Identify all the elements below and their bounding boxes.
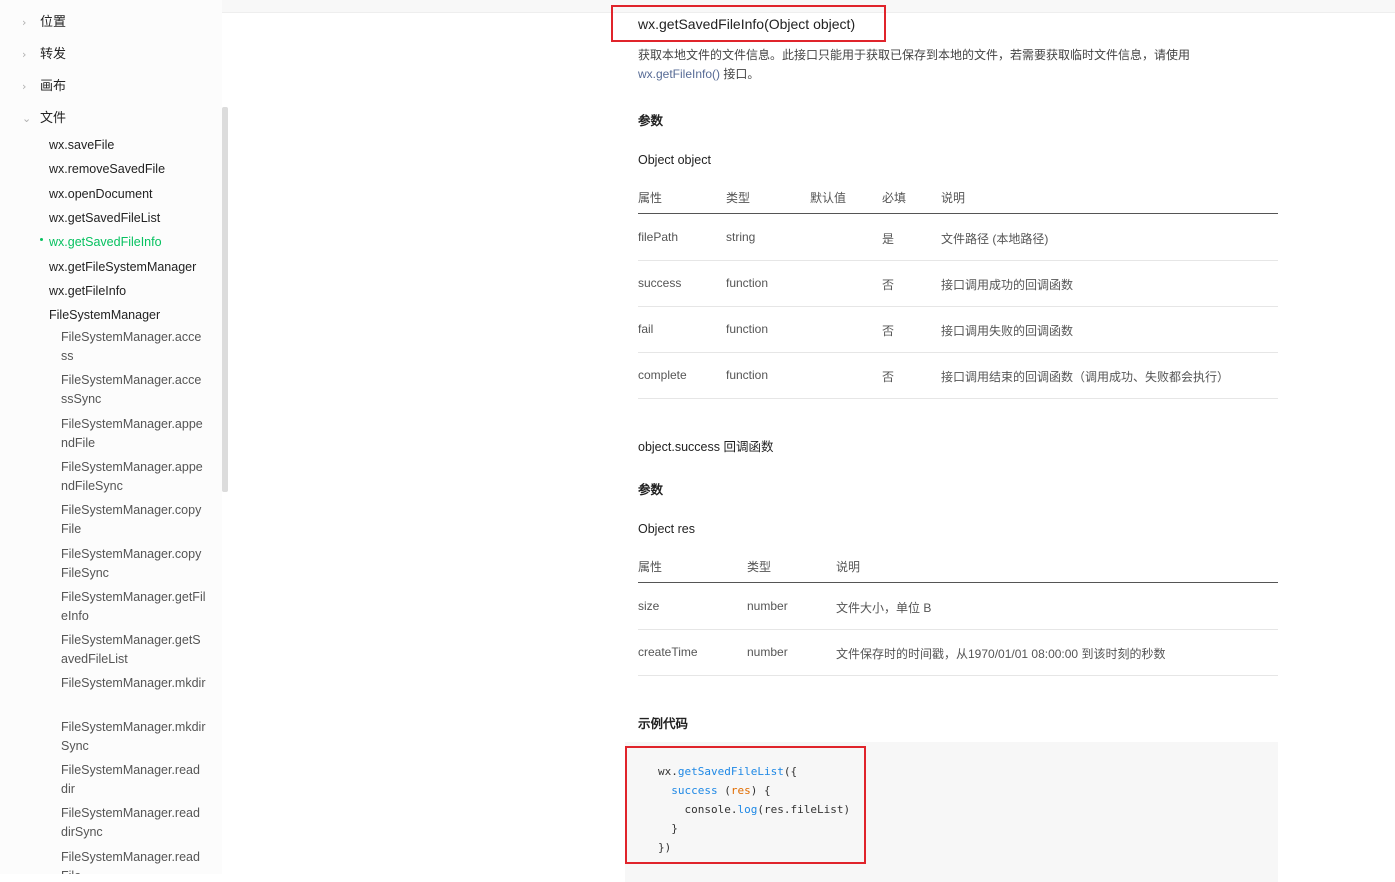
sidebar-item-fsm-mkdir[interactable]: FileSystemManager.mkdir xyxy=(61,674,206,693)
active-dot-icon xyxy=(40,238,43,241)
example-heading: 示例代码 xyxy=(638,717,689,731)
table-cell: fail xyxy=(638,322,654,336)
sidebar-item-fsm-mkdirsync[interactable]: FileSystemManager.mkdirSync xyxy=(61,718,206,756)
table-cell: filePath xyxy=(638,230,679,244)
params-heading-2: 参数 xyxy=(638,483,664,497)
sidebar-category-location[interactable]: › 位置 xyxy=(22,12,66,32)
column-header: 属性 xyxy=(638,191,663,205)
table-cell: 否 xyxy=(882,370,895,384)
table-cell: 接口调用结束的回调函数（调用成功、失败都会执行） xyxy=(941,370,1230,384)
table-cell: 接口调用成功的回调函数 xyxy=(941,278,1074,292)
res-table: 属性 类型 说明 size number 文件大小，单位 B createTim… xyxy=(638,558,1278,678)
sidebar-item-fsm-appendfilesync[interactable]: FileSystemManager.appendFileSync xyxy=(61,458,206,496)
column-header: 类型 xyxy=(747,560,772,574)
column-header: 类型 xyxy=(726,191,751,205)
table-cell: 是 xyxy=(882,232,895,246)
sidebar-item-getfilesystemmanager[interactable]: wx.getFileSystemManager xyxy=(49,258,196,276)
sidebar-item-fsm-copyfilesync[interactable]: FileSystemManager.copyFileSync xyxy=(61,545,206,583)
table-cell: function xyxy=(726,368,769,382)
table-cell: number xyxy=(747,645,788,659)
sidebar-item-fsm-readdirsync[interactable]: FileSystemManager.readdirSync xyxy=(61,804,206,842)
table-cell: 文件路径 (本地路径) xyxy=(941,232,1049,246)
table-cell: function xyxy=(726,276,769,290)
getfileinfo-link[interactable]: wx.getFileInfo() xyxy=(638,67,720,81)
table-cell: 否 xyxy=(882,324,895,338)
params-heading: 参数 xyxy=(638,114,664,128)
table-row: size number 文件大小，单位 B xyxy=(638,583,1278,630)
table-row: createTime number 文件保存时的时间戳，从1970/01/01 … xyxy=(638,629,1278,676)
column-header: 默认值 xyxy=(810,191,847,205)
res-heading: Object res xyxy=(638,522,695,536)
table-row: success function 否 接口调用成功的回调函数 xyxy=(638,260,1278,307)
sidebar-nav: › 位置 › 转发 › 画布 ⌄ 文件 wx.saveFile wx.removeSav… xyxy=(0,0,222,874)
sidebar-item-fsm-getfileinfo[interactable]: FileSystemManager.getFileInfo xyxy=(61,588,206,626)
sidebar-item-fsm-readfile[interactable]: FileSystemManager.readFile xyxy=(61,848,206,874)
table-cell: complete xyxy=(638,368,687,382)
sidebar-item-removesavedfile[interactable]: wx.removeSavedFile xyxy=(49,160,165,178)
sidebar-item-fsm-accesssync[interactable]: FileSystemManager.accessSync xyxy=(61,371,206,409)
table-cell: size xyxy=(638,599,660,613)
column-header: 属性 xyxy=(638,560,663,574)
sidebar-item-opendocument[interactable]: wx.openDocument xyxy=(49,185,153,203)
sidebar-item-getfileinfo[interactable]: wx.getFileInfo xyxy=(49,282,126,300)
api-description: 获取本地文件的文件信息。此接口只能用于获取已保存到本地的文件，若需要获取临时文件… xyxy=(638,48,1191,81)
table-cell: 否 xyxy=(882,278,895,292)
table-cell: 文件保存时的时间戳，从1970/01/01 08:00:00 到该时刻的秒数 xyxy=(836,647,1166,661)
sidebar-item-filesystemmanager[interactable]: FileSystemManager xyxy=(49,306,160,324)
sidebar-item-getsavedfileinfo[interactable]: wx.getSavedFileInfo xyxy=(49,233,162,251)
sidebar-category-file[interactable]: ⌄ 文件 xyxy=(22,108,66,128)
column-header: 必填 xyxy=(882,191,907,205)
column-header: 说明 xyxy=(836,560,861,574)
table-cell: success xyxy=(638,276,682,290)
res-table-header: 属性 类型 说明 xyxy=(638,558,1278,583)
sidebar-item-getsavedfilelist[interactable]: wx.getSavedFileList xyxy=(49,209,160,227)
table-cell: number xyxy=(747,599,788,613)
chevron-right-icon: › xyxy=(22,16,27,29)
table-row: filePath string 是 文件路径 (本地路径) xyxy=(638,214,1278,261)
chevron-down-icon: ⌄ xyxy=(22,112,32,125)
column-header: 说明 xyxy=(941,191,966,205)
sidebar-item-savefile[interactable]: wx.saveFile xyxy=(49,136,114,154)
sidebar-category-canvas[interactable]: › 画布 xyxy=(22,76,66,96)
table-cell: string xyxy=(726,230,756,244)
sidebar-item-fsm-getsavedfilelist[interactable]: FileSystemManager.getSavedFileList xyxy=(61,631,206,669)
sidebar-item-fsm-appendfile[interactable]: FileSystemManager.appendFile xyxy=(61,415,206,453)
table-row: complete function 否 接口调用结束的回调函数（调用成功、失败都… xyxy=(638,352,1278,399)
table-cell: 文件大小，单位 B xyxy=(836,601,932,615)
code-highlight-box xyxy=(625,746,866,864)
sidebar-item-fsm-readdir[interactable]: FileSystemManager.readdir xyxy=(61,761,206,799)
success-callback-heading: object.success 回调函数 xyxy=(638,440,774,454)
chevron-right-icon: › xyxy=(22,80,27,93)
sidebar-item-fsm-access[interactable]: FileSystemManager.access xyxy=(61,328,206,366)
param-table-header: 属性 类型 默认值 必填 说明 xyxy=(638,189,1278,214)
object-heading: Object object xyxy=(638,153,711,167)
sidebar-scrollbar[interactable] xyxy=(222,107,228,492)
sidebar-category-forward[interactable]: › 转发 xyxy=(22,44,66,64)
title-highlight-box xyxy=(611,5,886,42)
table-cell: createTime xyxy=(638,645,698,659)
param-table: 属性 类型 默认值 必填 说明 filePath string 是 文件路径 (… xyxy=(638,189,1278,399)
chevron-right-icon: › xyxy=(22,48,27,61)
table-cell: function xyxy=(726,322,769,336)
table-cell: 接口调用失败的回调函数 xyxy=(941,324,1074,338)
table-row: fail function 否 接口调用失败的回调函数 xyxy=(638,306,1278,353)
sidebar-item-fsm-copyfile[interactable]: FileSystemManager.copyFile xyxy=(61,501,206,539)
